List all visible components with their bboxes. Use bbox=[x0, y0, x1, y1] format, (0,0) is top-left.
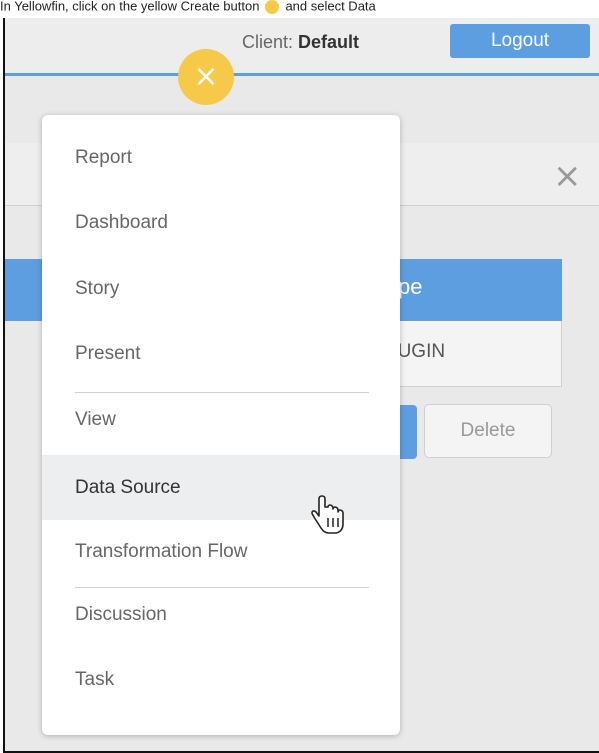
create-button[interactable]: × bbox=[178, 49, 234, 105]
menu-item-discussion[interactable]: Discussion bbox=[42, 582, 400, 647]
hand-cursor-icon bbox=[311, 495, 344, 534]
top-bar: Client: Default Logout bbox=[5, 18, 599, 76]
create-menu: Report Dashboard Story Present View Data… bbox=[42, 115, 400, 735]
client-indicator: Client: Default bbox=[242, 32, 359, 53]
menu-item-dashboard[interactable]: Dashboard bbox=[42, 190, 400, 255]
client-label: Client: bbox=[242, 32, 294, 52]
delete-button[interactable]: Delete bbox=[424, 404, 552, 458]
menu-item-task[interactable]: Task bbox=[42, 647, 400, 712]
menu-item-story[interactable]: Story bbox=[42, 256, 400, 321]
tutorial-caption: In Yellowfin, click on the yellow Create… bbox=[0, 0, 599, 20]
app-screen: Client: Default Logout × × ype LUGIN Del… bbox=[3, 18, 599, 753]
logout-button[interactable]: Logout bbox=[450, 24, 590, 58]
client-value: Default bbox=[298, 32, 360, 52]
menu-item-view[interactable]: View bbox=[42, 387, 400, 452]
create-button-icon bbox=[265, 0, 280, 14]
menu-item-data-source[interactable]: Data Source bbox=[42, 455, 400, 520]
panel-close-icon[interactable]: × bbox=[553, 156, 582, 196]
close-icon: × bbox=[193, 59, 219, 94]
menu-item-report[interactable]: Report bbox=[42, 125, 400, 190]
menu-item-present[interactable]: Present bbox=[42, 321, 400, 386]
caption-text-before: In Yellowfin, click on the yellow Create… bbox=[0, 0, 260, 14]
caption-text-after: and select Data bbox=[285, 0, 376, 14]
menu-item-transformation-flow[interactable]: Transformation Flow bbox=[42, 519, 400, 584]
